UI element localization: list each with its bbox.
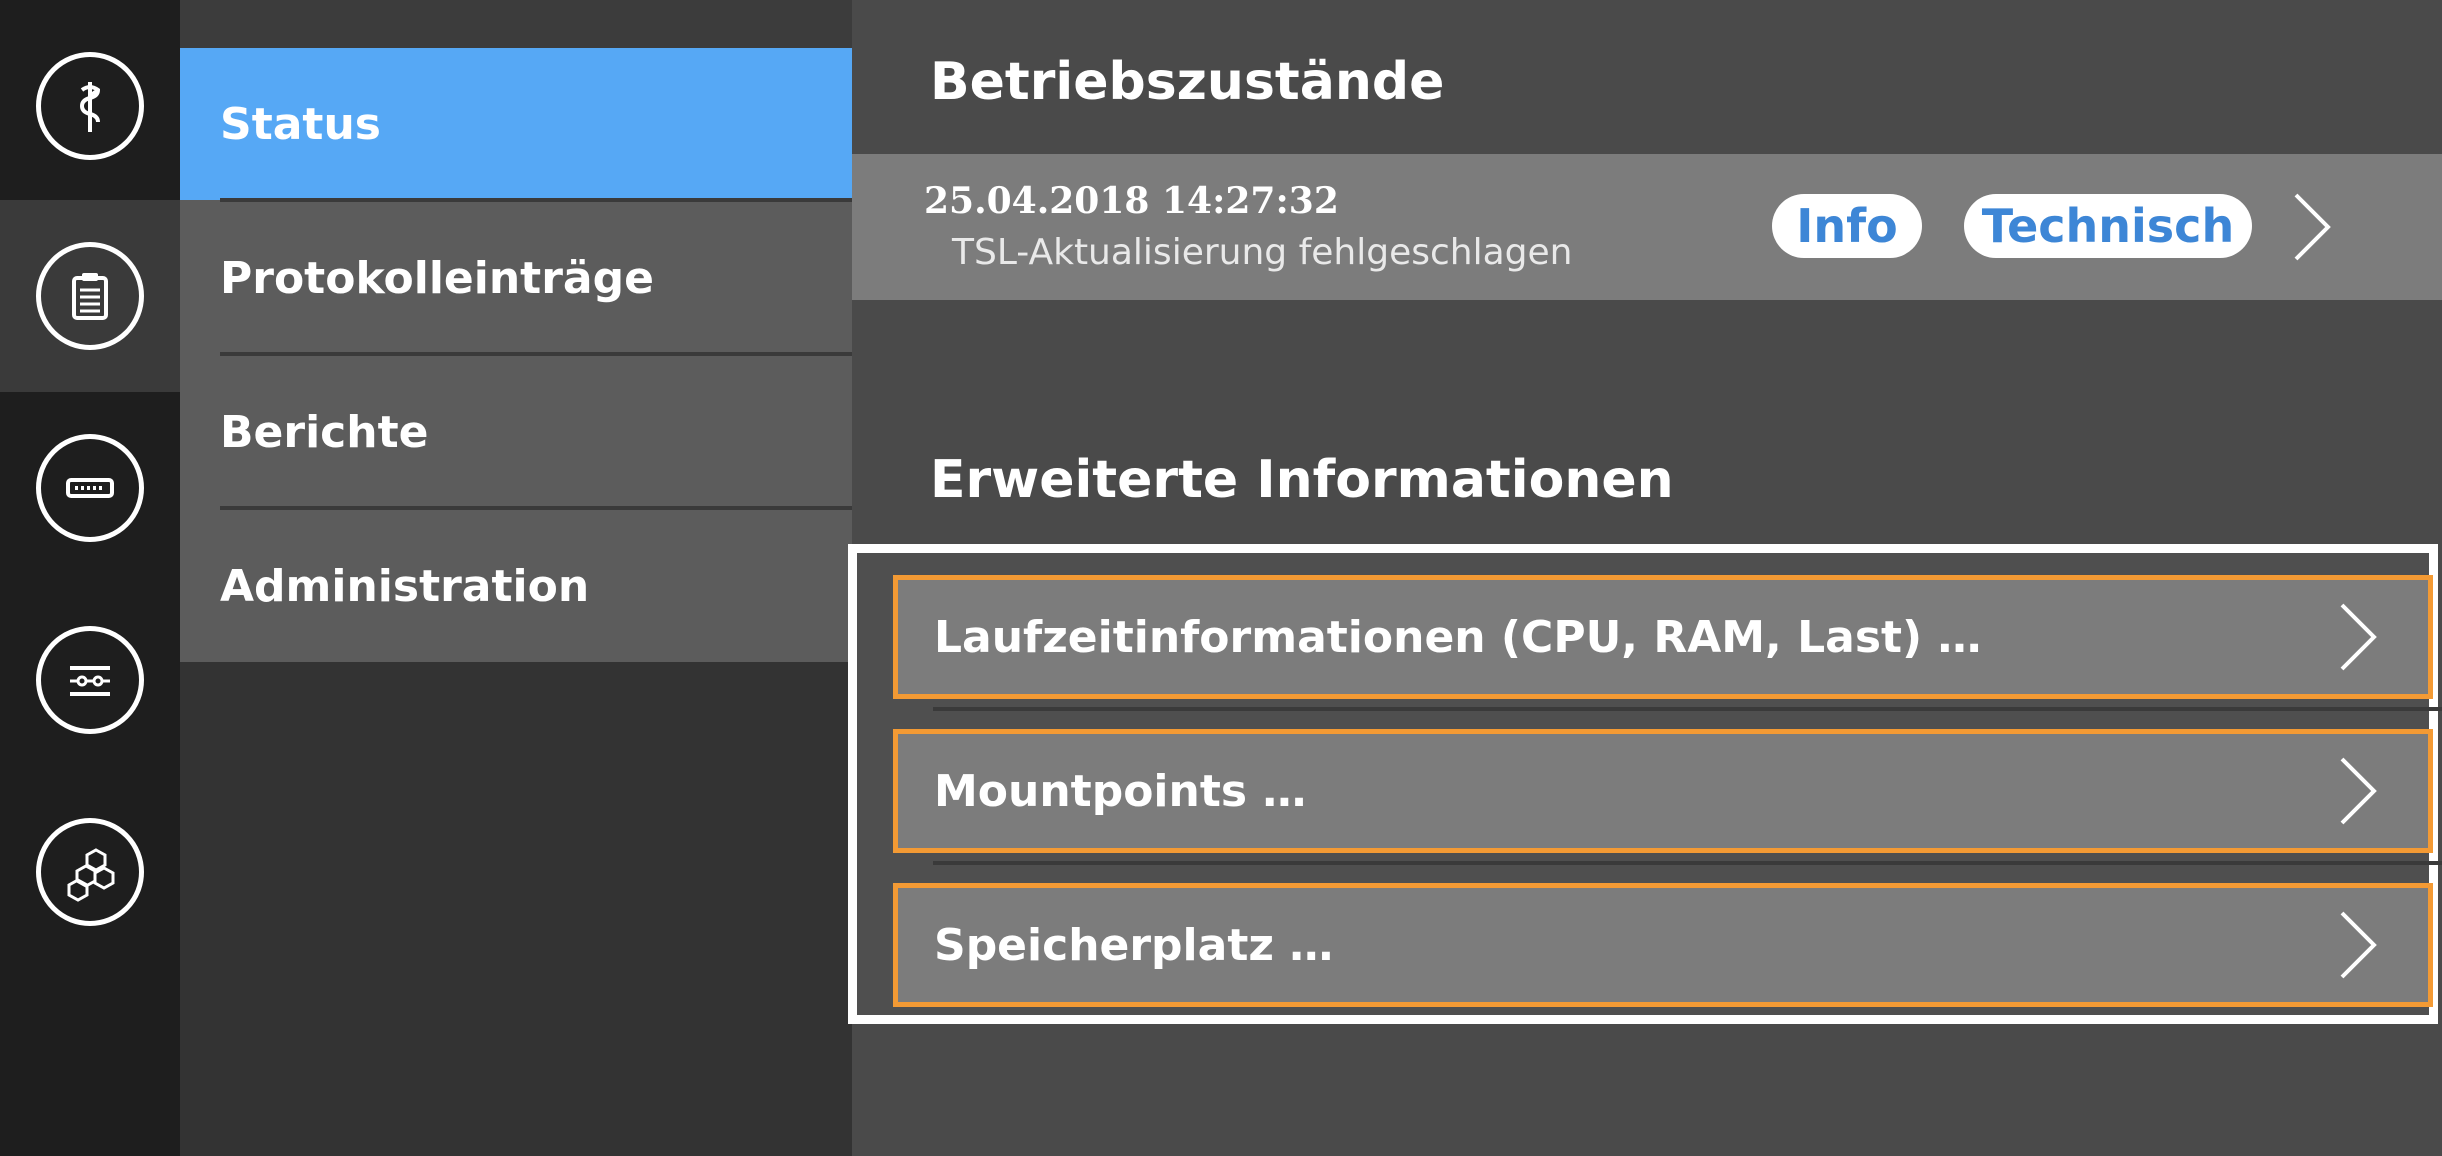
submenu-item-label: Status [220,98,381,150]
chevron-right-icon [2338,601,2378,673]
caduceus-icon [36,52,144,160]
submenu: Status Protokolleinträge Berichte Admini… [180,0,852,1156]
rail-item-network[interactable] [0,392,180,584]
submenu-item-label: Administration [220,560,590,612]
ext-item-label: Speicherplatz … [934,919,1334,971]
submenu-item-berichte[interactable]: Berichte [180,356,852,508]
status-badge-info: Info [1772,194,1922,258]
status-message: TSL-Aktualisierung fehlgeschlagen [952,232,1573,273]
chevron-right-icon [2338,909,2378,981]
ext-item-label: Mountpoints … [934,765,1307,817]
extended-info-title: Erweiterte Informationen [930,450,1674,510]
submenu-header [180,0,852,48]
submenu-item-administration[interactable]: Administration [180,510,852,662]
chevron-right-icon [2338,755,2378,827]
app-window: Status Protokolleinträge Berichte Admini… [0,0,2442,1156]
rail-item-medical[interactable] [0,10,180,202]
submenu-item-protokolleintraege[interactable]: Protokolleinträge [180,202,852,354]
rail-item-settings[interactable] [0,584,180,776]
extended-info-group: Laufzeitinformationen (CPU, RAM, Last) …… [848,544,2442,1024]
ext-item-runtime-info[interactable]: Laufzeitinformationen (CPU, RAM, Last) … [893,575,2433,699]
ext-item-label: Laufzeitinformationen (CPU, RAM, Last) … [934,611,1982,663]
operating-states-title: Betriebszustände [930,52,1445,112]
ext-item-storage[interactable]: Speicherplatz … [893,883,2433,1007]
submenu-item-label: Berichte [220,406,429,458]
status-badge-technical: Technisch [1964,194,2252,258]
main-panel: Betriebszustände 25.04.2018 14:27:32 TSL… [848,0,2442,1156]
status-entry-row[interactable]: 25.04.2018 14:27:32 TSL-Aktualisierung f… [852,154,2442,300]
submenu-item-label: Protokolleinträge [220,252,654,304]
ext-item-mountpoints[interactable]: Mountpoints … [893,729,2433,853]
status-timestamp: 25.04.2018 14:27:32 [924,180,1339,222]
chevron-right-icon [2292,191,2332,263]
divider [933,707,2442,711]
divider [933,861,2442,865]
network-switch-icon [36,434,144,542]
settings-sliders-icon [36,626,144,734]
submenu-item-status[interactable]: Status [180,48,852,200]
icon-rail [0,0,180,1156]
submenu-list: Status Protokolleinträge Berichte Admini… [180,48,852,662]
rail-item-logs[interactable] [0,200,180,392]
rail-item-modules[interactable] [0,776,180,968]
clipboard-icon [36,242,144,350]
hexagons-icon [36,818,144,926]
